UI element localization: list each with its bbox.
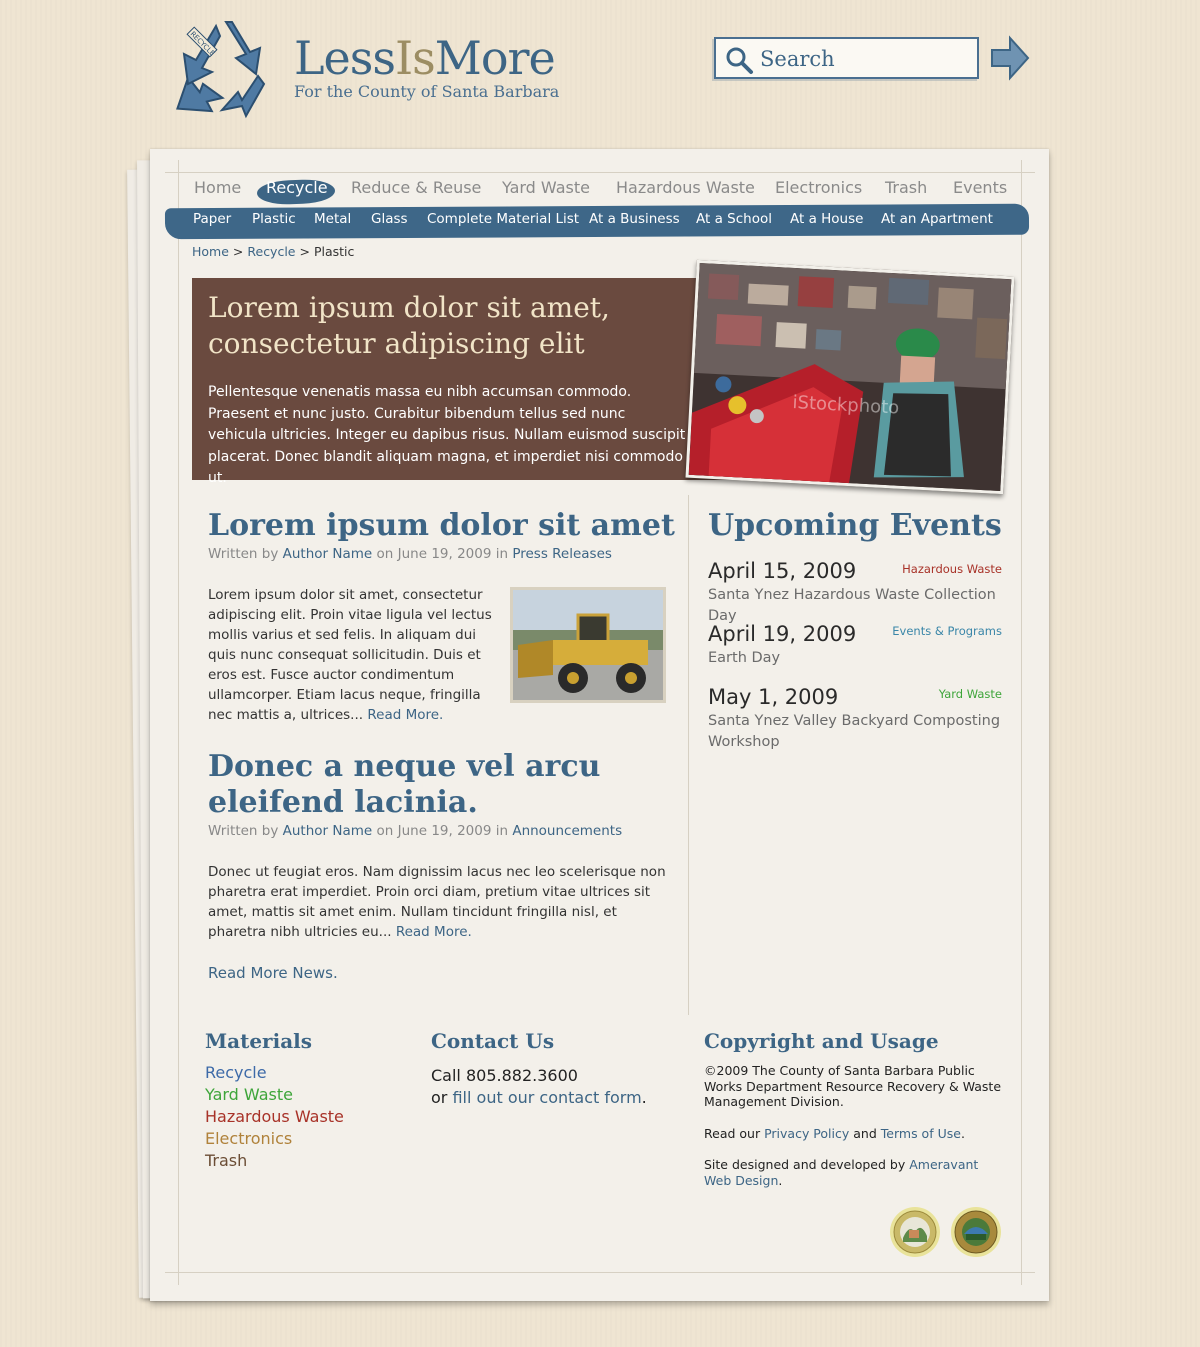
sub-nav-at-a-business[interactable]: At a Business (589, 211, 680, 227)
county-seal-icon (889, 1206, 941, 1258)
article-body: Lorem ipsum dolor sit amet, consectetur … (208, 587, 492, 723)
footer-copyright-title: Copyright and Usage (704, 1029, 939, 1053)
search-input[interactable] (760, 44, 970, 74)
footer-link-electronics[interactable]: Electronics (205, 1129, 292, 1148)
paper-rule-bottom (165, 1272, 1035, 1273)
event-date: May 1, 2009 (708, 685, 839, 709)
event-category-link[interactable]: Events & Programs (892, 624, 1002, 638)
article-title[interactable]: Lorem ipsum dolor sit amet (208, 508, 675, 544)
contact-phone: Call 805.882.3600 (431, 1066, 578, 1085)
event-description[interactable]: Earth Day (708, 648, 1013, 669)
article-body: Donec ut feugiat eros. Nam dignissim lac… (208, 864, 666, 940)
category-link[interactable]: Announcements (512, 823, 622, 839)
sub-nav-at-an-apartment[interactable]: At an Apartment (881, 211, 993, 227)
event-category-link[interactable]: Yard Waste (939, 687, 1002, 701)
sub-nav-at-a-school[interactable]: At a School (696, 211, 772, 227)
sub-nav-glass[interactable]: Glass (371, 211, 408, 227)
sub-nav-at-a-house[interactable]: At a House (790, 211, 863, 227)
event-date: April 19, 2009 (708, 622, 857, 646)
logo-tagline: For the County of Santa Barbara (294, 82, 560, 101)
breadcrumb: Home > Recycle > Plastic (192, 244, 354, 259)
recycling-worker-image: iStockphoto (688, 262, 1015, 495)
article-meta: Written by Author Name on June 19, 2009 … (208, 546, 612, 562)
breadcrumb-home[interactable]: Home (192, 244, 229, 259)
hero-text: Pellentesque venenatis massa eu nibh acc… (208, 384, 686, 486)
author-link[interactable]: Author Name (283, 823, 373, 839)
paper-rule-left (178, 160, 179, 1285)
footer-link-trash[interactable]: Trash (205, 1151, 247, 1170)
read-more-news-link[interactable]: Read More News. (208, 964, 338, 982)
sub-nav-paper[interactable]: Paper (193, 211, 231, 227)
article-meta: Written by Author Name on June 19, 2009 … (208, 823, 623, 839)
terms-of-use-link[interactable]: Terms of Use (881, 1126, 961, 1141)
nav-item-reduce-reuse[interactable]: Reduce & Reuse (351, 178, 481, 197)
event-date: April 15, 2009 (708, 559, 857, 583)
hero-title: Lorem ipsum dolor sit amet, consectetur … (208, 291, 610, 360)
copyright-text: ©2009 The County of Santa Barbara Public… (704, 1063, 1002, 1109)
sub-nav-plastic[interactable]: Plastic (252, 211, 296, 227)
nav-item-home[interactable]: Home (194, 178, 241, 197)
nav-item-hazardous-waste[interactable]: Hazardous Waste (616, 178, 755, 197)
sub-nav: Paper Plastic Metal Glass Complete Mater… (193, 211, 1013, 233)
search-icon (726, 47, 753, 74)
paper-rule-top (165, 172, 1035, 173)
contact-form-link[interactable]: fill out our contact form (452, 1088, 641, 1107)
footer-contact-title: Contact Us (431, 1029, 555, 1053)
events-title: Upcoming Events (708, 508, 1002, 543)
footer-materials-title: Materials (205, 1029, 313, 1053)
public-works-seal-icon (950, 1206, 1002, 1258)
nav-item-yard-waste[interactable]: Yard Waste (502, 178, 590, 197)
nav-item-trash[interactable]: Trash (885, 178, 927, 197)
breadcrumb-separator: > (299, 244, 310, 259)
footer-link-recycle[interactable]: Recycle (205, 1063, 267, 1082)
arrow-right-icon (991, 35, 1030, 81)
event-description[interactable]: Santa Ynez Valley Backyard Composting Wo… (708, 711, 1013, 753)
credits-line: Site designed and developed by Ameravant… (704, 1157, 979, 1188)
main-nav: Home Recycle Reduce & Reuse Yard Waste H… (180, 178, 1020, 206)
column-divider (688, 495, 689, 1015)
nav-item-electronics[interactable]: Electronics (775, 178, 862, 197)
search-submit-button[interactable] (990, 35, 1030, 81)
footer-link-hazardous-waste[interactable]: Hazardous Waste (205, 1107, 344, 1126)
footer-link-yard-waste[interactable]: Yard Waste (205, 1085, 293, 1104)
breadcrumb-separator: > (232, 244, 244, 259)
breadcrumb-recycle[interactable]: Recycle (247, 244, 295, 259)
logo-wordmark: LessIsMore (294, 31, 556, 85)
search-box (714, 37, 979, 79)
event-category-link[interactable]: Hazardous Waste (902, 562, 1002, 576)
recycle-logo-icon: RECYCLE (176, 21, 266, 119)
category-link[interactable]: Press Releases (512, 546, 612, 562)
sub-nav-metal[interactable]: Metal (314, 211, 351, 227)
sub-nav-complete-material-list[interactable]: Complete Material List (427, 211, 579, 227)
read-more-link[interactable]: Read More. (367, 707, 443, 723)
hero-photo: iStockphoto (685, 259, 1015, 495)
nav-item-events[interactable]: Events (953, 178, 1007, 197)
author-link[interactable]: Author Name (283, 546, 373, 562)
breadcrumb-current: Plastic (313, 244, 355, 259)
nav-item-recycle[interactable]: Recycle (266, 178, 328, 197)
privacy-policy-link[interactable]: Privacy Policy (764, 1126, 849, 1141)
policy-line: Read our Privacy Policy and Terms of Use… (704, 1126, 965, 1141)
event-description[interactable]: Santa Ynez Hazardous Waste Collection Da… (708, 585, 1013, 627)
site-logo[interactable]: RECYCLE LessIsMore For the County of San… (172, 14, 572, 124)
contact-form-line: or fill out our contact form. (431, 1088, 647, 1107)
paper-rule-right (1021, 160, 1022, 1285)
read-more-link[interactable]: Read More. (396, 924, 472, 940)
article-title[interactable]: Donec a neque vel arcu eleifend lacinia. (208, 749, 678, 821)
bulldozer-image (510, 587, 666, 703)
